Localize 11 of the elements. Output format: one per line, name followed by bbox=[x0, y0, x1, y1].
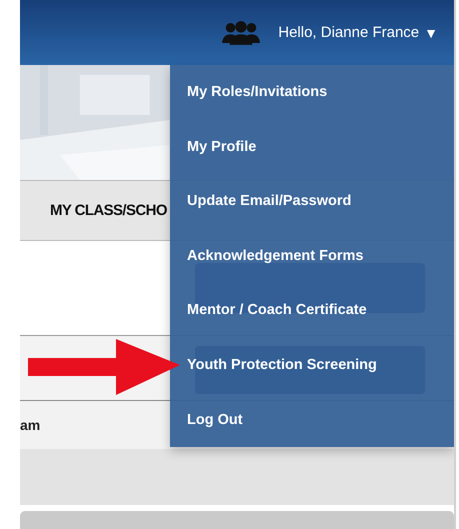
menu-item[interactable]: Log Out bbox=[170, 392, 454, 448]
tab[interactable]: MY CLASS/SCHO bbox=[50, 202, 167, 219]
user-greeting[interactable]: Hello, Dianne France bbox=[278, 24, 420, 41]
menu-item[interactable]: Acknowledgement Forms bbox=[170, 228, 454, 284]
team-label: am bbox=[20, 417, 40, 433]
menu-item[interactable]: Mentor / Coach Certificate bbox=[170, 283, 454, 338]
caret-icon[interactable]: ▼ bbox=[424, 24, 438, 40]
menu-item[interactable]: My Roles/Invitations bbox=[170, 65, 454, 120]
menu-item[interactable]: My Profile bbox=[170, 120, 454, 174]
users-icon bbox=[222, 20, 260, 45]
menu-item[interactable]: Update Email/Password bbox=[170, 174, 454, 229]
